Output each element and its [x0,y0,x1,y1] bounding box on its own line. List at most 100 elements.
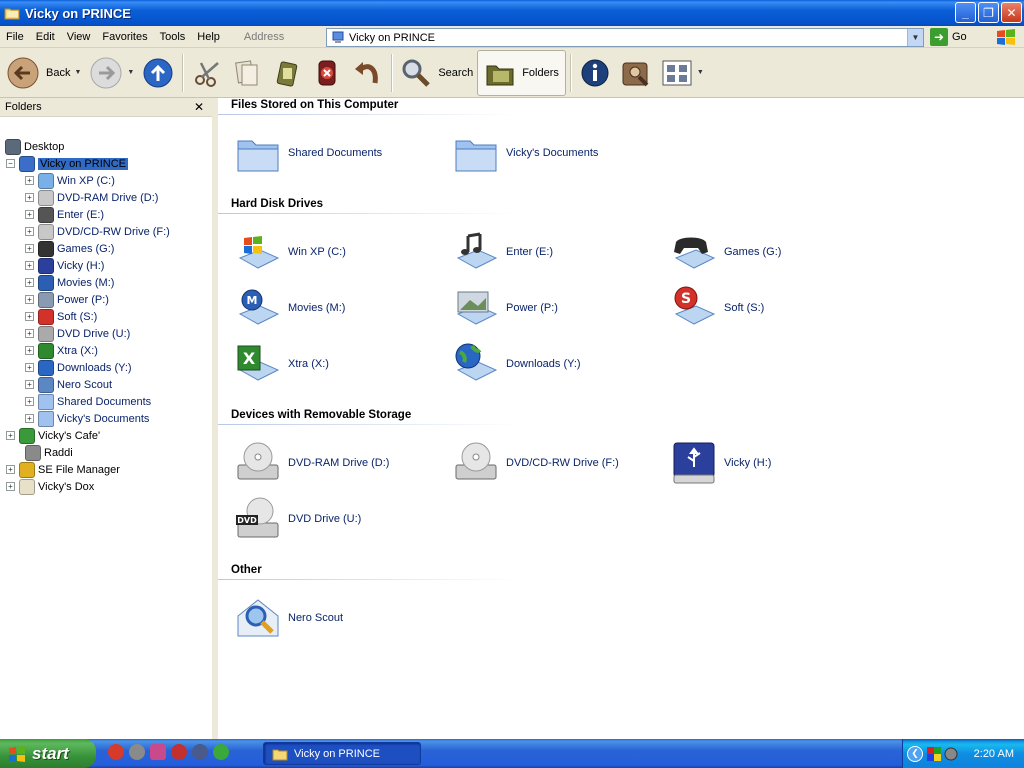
chevron-left-icon[interactable]: ❮ [907,745,923,762]
tree-item[interactable]: + DVD Drive (U:) [25,325,130,342]
menu-help[interactable]: Help [191,26,226,48]
folders-button[interactable]: Folders [477,49,566,96]
color-grid-icon[interactable] [927,746,941,761]
tree-item[interactable]: + DVD-RAM Drive (D:) [25,189,158,206]
go-button[interactable]: ➜ Go [930,28,967,46]
network-tray-icon[interactable] [944,747,958,761]
tree-item[interactable]: + SE File Manager [6,461,120,478]
item-vickys-documents[interactable]: Vicky's Documents [452,128,598,178]
item-drive-m[interactable]: M Movies (M:) [234,283,345,333]
tree-item[interactable]: + Power (P:) [25,291,109,308]
address-label: Address [243,30,285,43]
tree-item[interactable]: + Shared Documents [25,393,151,410]
minimize-button[interactable]: _ [955,2,976,23]
quick-launch-app-icon[interactable] [150,744,166,760]
delete-button[interactable] [307,50,347,96]
expand-icon[interactable]: + [25,210,34,219]
tree-item[interactable]: Desktop [5,138,64,155]
item-drive-e[interactable]: Enter (E:) [452,227,553,277]
item-drive-c[interactable]: Win XP (C:) [234,227,346,277]
expand-icon[interactable]: + [25,414,34,423]
expand-icon[interactable]: + [25,295,34,304]
chevron-down-icon[interactable]: ▼ [74,69,81,76]
views-button[interactable]: ▼ [657,50,708,96]
item-drive-u[interactable]: DVD DVD Drive (U:) [234,494,361,544]
expand-icon[interactable]: + [25,176,34,185]
item-drive-p[interactable]: Power (P:) [452,283,558,333]
nero-scout-icon [38,376,54,393]
undo-button[interactable] [347,50,387,96]
menu-view[interactable]: View [61,26,97,48]
expand-icon[interactable]: + [6,465,15,474]
quick-launch-app-icon[interactable] [171,744,187,760]
expand-icon[interactable]: + [25,397,34,406]
expand-icon[interactable]: + [25,363,34,372]
tree-item[interactable]: + Vicky's Documents [25,410,149,427]
menu-favorites[interactable]: Favorites [96,26,153,48]
quick-launch-app-icon[interactable] [213,744,229,760]
tree-item-label: DVD Drive (U:) [57,327,131,340]
forward-button[interactable]: ▼ [85,50,138,96]
title-bar[interactable]: Vicky on PRINCE _ ❐ ✕ [0,0,1024,26]
expand-icon[interactable]: + [6,482,15,491]
taskbar-button-explorer[interactable]: Vicky on PRINCE [263,742,421,765]
expand-icon[interactable]: + [25,193,34,202]
start-button[interactable]: start [0,739,96,768]
item-drive-x[interactable]: X Xtra (X:) [234,339,329,389]
item-drive-d[interactable]: DVD-RAM Drive (D:) [234,438,389,488]
item-shared-documents[interactable]: Shared Documents [234,128,382,178]
menu-tools[interactable]: Tools [154,26,192,48]
search-button[interactable]: Search [396,50,477,96]
tree-item[interactable]: + DVD/CD-RW Drive (F:) [25,223,170,240]
chevron-down-icon[interactable]: ▼ [127,69,134,76]
expand-icon[interactable]: + [25,244,34,253]
tree-item[interactable]: + Vicky (H:) [25,257,104,274]
tree-item[interactable]: + Soft (S:) [25,308,97,325]
paste-button[interactable] [267,50,307,96]
expand-icon[interactable]: + [25,329,34,338]
chevron-down-icon[interactable]: ▼ [907,29,923,46]
item-drive-h[interactable]: Vicky (H:) [670,438,771,488]
tree-item[interactable]: + Vicky's Cafe' [6,427,100,444]
quick-launch-app-icon[interactable] [192,744,208,760]
item-drive-g[interactable]: Games (G:) [670,227,781,277]
back-button[interactable]: Back ▼ [0,50,85,96]
close-button[interactable]: ✕ [1001,2,1022,23]
maximize-button[interactable]: ❐ [978,2,999,23]
expand-icon[interactable]: + [25,380,34,389]
item-nero-scout[interactable]: Nero Scout [234,593,343,643]
properties-button[interactable] [575,50,615,96]
tree-item[interactable]: + Movies (M:) [25,274,114,291]
tree-item[interactable]: + Win XP (C:) [25,172,115,189]
expand-icon[interactable]: + [6,431,15,440]
expand-icon[interactable]: + [25,227,34,236]
close-icon[interactable]: ✕ [194,100,204,114]
expand-icon[interactable]: + [25,278,34,287]
map-drive-button[interactable] [615,50,657,96]
expand-icon[interactable]: + [25,261,34,270]
tree-item[interactable]: + Xtra (X:) [25,342,98,359]
chevron-down-icon[interactable]: ▼ [697,69,704,76]
copy-button[interactable] [227,50,267,96]
expand-icon[interactable]: + [25,312,34,321]
address-bar[interactable]: Vicky on PRINCE ▼ [326,28,924,47]
movies-drive-icon: M [238,289,280,325]
up-button[interactable] [138,50,178,96]
menu-file[interactable]: File [0,26,30,48]
tree-item[interactable]: + Games (G:) [25,240,114,257]
collapse-icon[interactable]: − [6,159,15,168]
tree-item[interactable]: Raddi [25,444,73,461]
menu-edit[interactable]: Edit [30,26,61,48]
tree-item[interactable]: + Vicky's Dox [6,478,94,495]
item-drive-s[interactable]: S Soft (S:) [670,283,764,333]
tree-item[interactable]: + Nero Scout [25,376,112,393]
cut-button[interactable] [187,50,227,96]
tree-item[interactable]: + Enter (E:) [25,206,104,223]
tree-item[interactable]: + Downloads (Y:) [25,359,132,376]
quick-launch-app-icon[interactable] [129,744,145,760]
item-drive-f[interactable]: DVD/CD-RW Drive (F:) [452,438,619,488]
item-drive-y[interactable]: Downloads (Y:) [452,339,581,389]
tree-item[interactable]: − Vicky on PRINCE [6,155,128,172]
quick-launch-app-icon[interactable] [108,744,124,760]
expand-icon[interactable]: + [25,346,34,355]
